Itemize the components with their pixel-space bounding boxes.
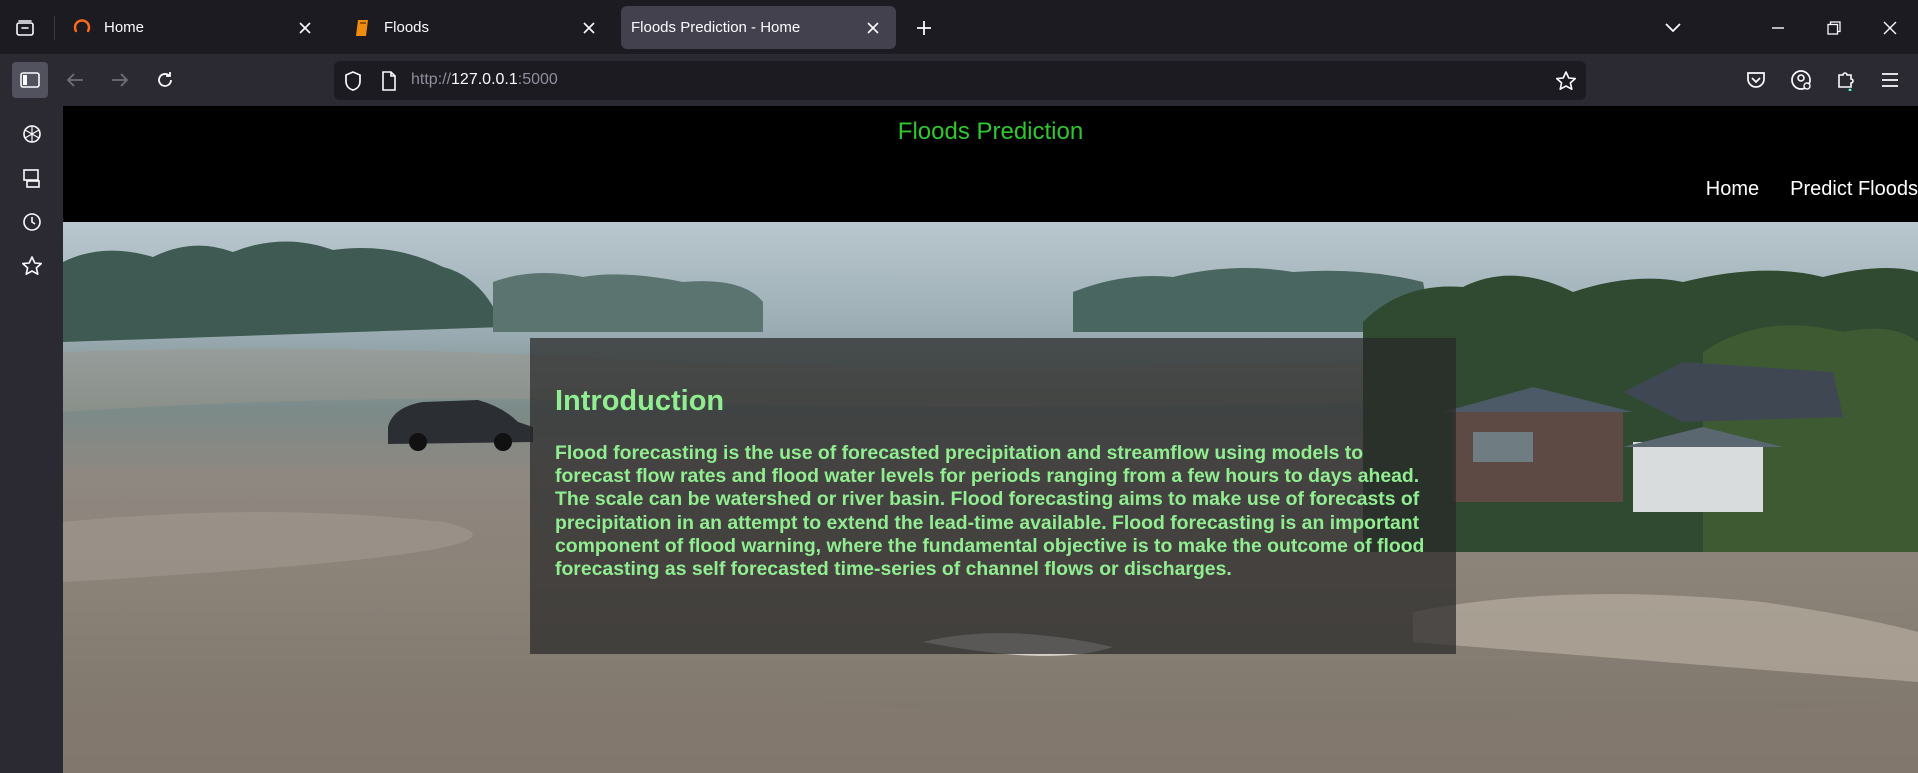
tab-title: Floods (384, 19, 430, 36)
history-button[interactable] (14, 204, 50, 240)
account-button[interactable] (1783, 62, 1819, 98)
notebook-icon (352, 18, 372, 38)
restore-icon (1827, 21, 1841, 35)
chevron-down-icon (1665, 23, 1681, 33)
synced-tabs-icon (23, 169, 40, 188)
page-info-icon[interactable] (381, 71, 397, 96)
arrow-left-icon (66, 73, 83, 87)
tab-title: Floods Prediction - Home (631, 19, 801, 36)
reload-icon (158, 72, 172, 87)
new-tab-button[interactable] (907, 12, 941, 44)
tab-floods[interactable]: Floods (338, 6, 612, 49)
puzzle-icon (1838, 72, 1854, 91)
tab-strip: Home Floods Floods Prediction - Home (0, 0, 1918, 54)
account-icon (1791, 70, 1811, 90)
close-icon[interactable] (862, 17, 884, 39)
back-button[interactable] (57, 62, 93, 98)
reload-button[interactable] (147, 62, 183, 98)
browser-sidebar (0, 106, 63, 773)
ai-chatbot-icon (23, 125, 41, 143)
shield-icon[interactable] (343, 70, 363, 97)
history-icon (23, 213, 41, 231)
tab-manager-button[interactable] (8, 12, 42, 44)
url-port: :5000 (517, 71, 558, 88)
close-window-button[interactable] (1873, 12, 1907, 44)
minimize-icon (1772, 27, 1784, 29)
nav-link-predict-floods[interactable]: Predict Floods (1790, 178, 1918, 201)
tab-floods-prediction-home[interactable]: Floods Prediction - Home (621, 6, 896, 49)
url-text[interactable]: http://127.0.0.1:5000 (411, 71, 558, 89)
introduction-text: Flood forecasting is the use of forecast… (555, 442, 1425, 581)
introduction-heading: Introduction (555, 385, 725, 417)
minimize-button[interactable] (1761, 12, 1795, 44)
introduction-panel: Introduction Flood forecasting is the us… (530, 338, 1456, 654)
list-all-tabs-button[interactable] (1656, 12, 1690, 44)
extensions-button[interactable] (1828, 62, 1864, 98)
nav-link-home[interactable]: Home (1706, 178, 1759, 201)
tab-home[interactable]: Home (58, 6, 328, 49)
menu-button[interactable] (1872, 62, 1908, 98)
bookmarks-button[interactable] (14, 248, 50, 284)
ai-chatbot-button[interactable] (14, 116, 50, 152)
close-icon (1883, 21, 1897, 35)
close-icon[interactable] (578, 17, 600, 39)
web-page: Floods Prediction Home Predict Floods In… (63, 106, 1918, 773)
plus-icon (917, 21, 931, 35)
hamburger-menu-icon (1882, 73, 1898, 87)
arrow-right-icon (112, 73, 129, 87)
restore-button[interactable] (1817, 12, 1851, 44)
tab-title: Home (104, 19, 145, 36)
hero-flood-image: Introduction Flood forecasting is the us… (63, 222, 1918, 773)
tab-divider (54, 16, 55, 40)
bookmarks-icon (22, 256, 42, 275)
url-bar[interactable]: http://127.0.0.1:5000 (334, 61, 1586, 100)
pocket-icon (1747, 72, 1765, 88)
sidebar-toggle-button[interactable] (12, 62, 48, 98)
site-title: Floods Prediction (897, 118, 1084, 145)
site-nav: Home Predict Floods (1675, 178, 1918, 201)
navigation-toolbar: http://127.0.0.1:5000 (0, 54, 1918, 106)
forward-button[interactable] (102, 62, 138, 98)
synced-tabs-button[interactable] (14, 160, 50, 196)
tab-manager-icon (16, 20, 34, 36)
close-icon[interactable] (294, 17, 316, 39)
url-host: 127.0.0.1 (451, 71, 518, 88)
firefox-spinner-icon (72, 18, 92, 38)
pocket-button[interactable] (1738, 62, 1774, 98)
bookmark-star-icon[interactable] (1555, 70, 1577, 97)
sidebar-icon (20, 72, 40, 88)
url-scheme: http:// (411, 71, 452, 88)
